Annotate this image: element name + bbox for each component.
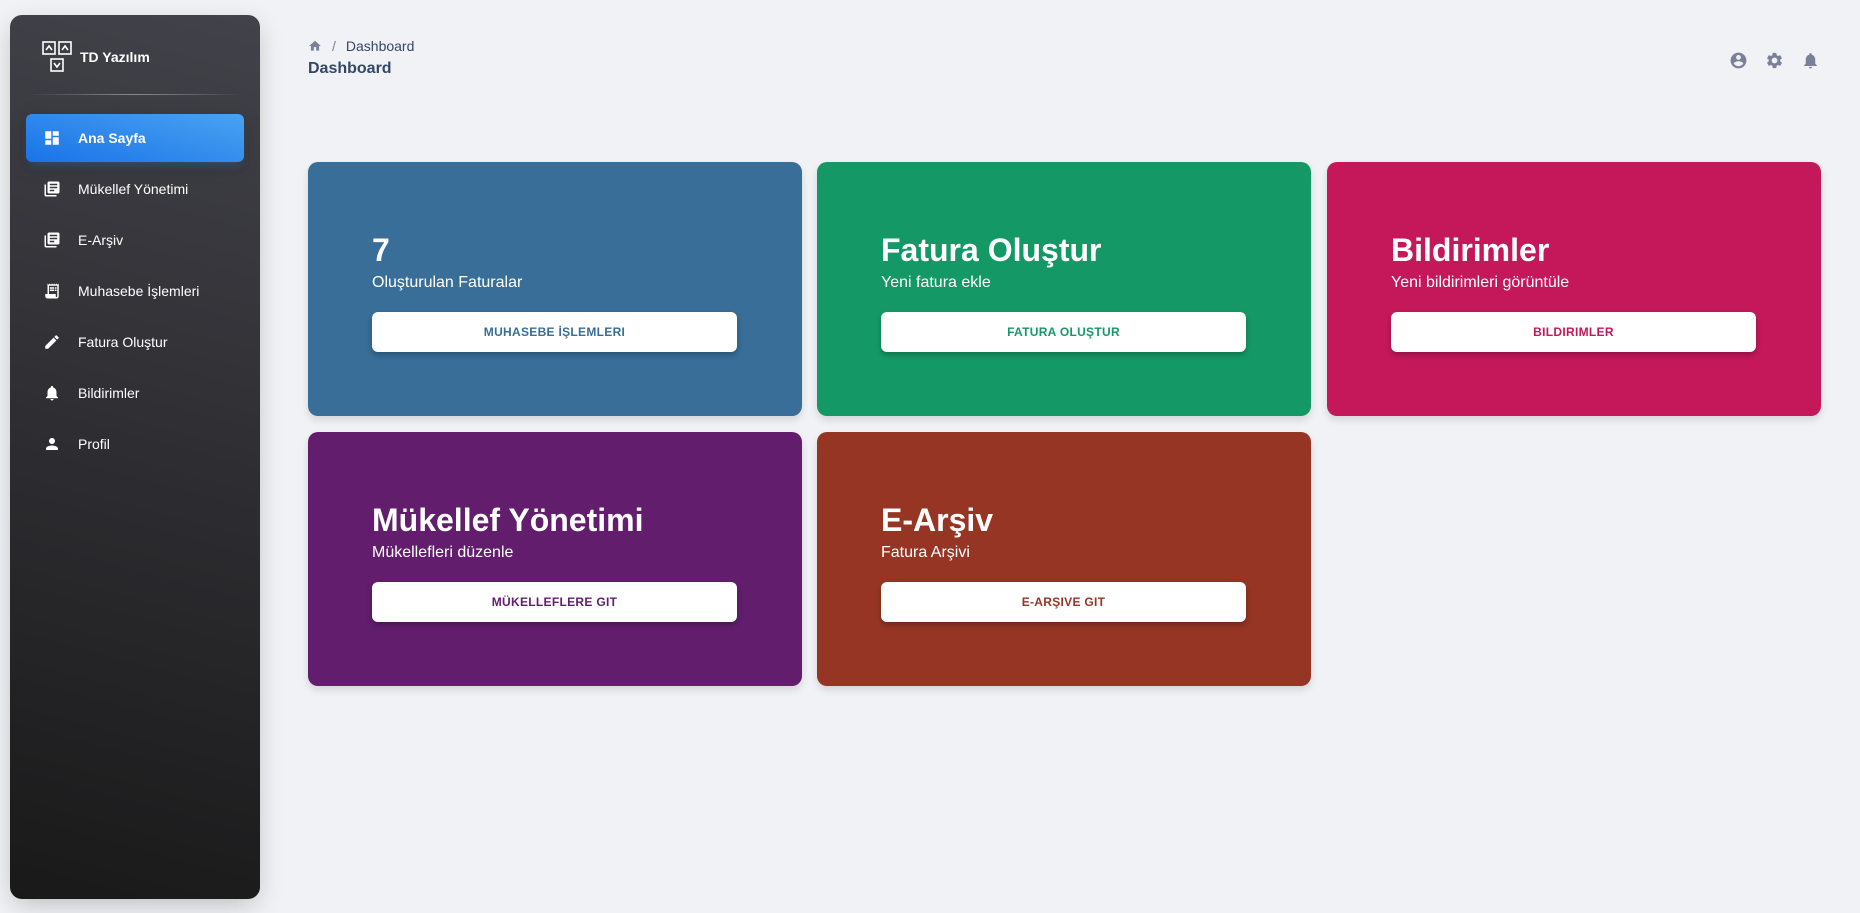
pencil-icon [42, 332, 62, 352]
documents-icon [42, 230, 62, 250]
documents-icon [42, 179, 62, 199]
breadcrumb: / Dashboard [308, 38, 414, 54]
settings-icon[interactable] [1764, 50, 1784, 70]
card-subtitle: Mükellefleri düzenle [372, 544, 514, 561]
sidebar-nav: Ana Sayfa Mükellef Yönetimi E-Arşiv Muha… [26, 114, 244, 471]
mukellef-yonetimi-card: Mükellef Yönetimi Mükellefleri düzenle M… [308, 432, 802, 686]
bell-icon [42, 383, 62, 403]
receipt-icon [42, 281, 62, 301]
breadcrumb-separator: / [332, 38, 336, 54]
card-title: 7 [372, 232, 390, 268]
card-title: Fatura Oluştur [881, 232, 1102, 268]
e-arsive-git-button[interactable]: E-ARŞIVE GIT [881, 582, 1246, 622]
sidebar-item-label: Profil [78, 436, 110, 452]
header-actions [1728, 50, 1820, 70]
account-circle-icon[interactable] [1728, 50, 1748, 70]
sidebar-item-profil[interactable]: Profil [26, 420, 244, 468]
fatura-olustur-button[interactable]: FATURA OLUŞTUR [881, 312, 1246, 352]
brand[interactable]: TD Yazılım [42, 40, 150, 74]
bildirimler-button[interactable]: BILDIRIMLER [1391, 312, 1756, 352]
sidebar-item-label: Ana Sayfa [78, 130, 146, 146]
page-header: / Dashboard Dashboard [308, 38, 414, 78]
sidebar-item-bildirimler[interactable]: Bildirimler [26, 369, 244, 417]
notifications-icon[interactable] [1800, 50, 1820, 70]
sidebar-item-label: Bildirimler [78, 385, 140, 401]
card-subtitle: Yeni bildirimleri görüntüle [1391, 274, 1570, 291]
muhasebe-islemleri-button[interactable]: MUHASEBE İŞLEMLERI [372, 312, 737, 352]
sidebar: TD Yazılım Ana Sayfa Mükellef Yönetimi E… [10, 15, 260, 899]
sidebar-item-ana-sayfa[interactable]: Ana Sayfa [26, 114, 244, 162]
brand-logo-icon [42, 41, 72, 72]
sidebar-item-label: Mükellef Yönetimi [78, 181, 189, 197]
invoices-card: 7 Oluşturulan Faturalar MUHASEBE İŞLEMLE… [308, 162, 802, 416]
sidebar-item-fatura-olustur[interactable]: Fatura Oluştur [26, 318, 244, 366]
sidebar-divider [26, 94, 244, 95]
card-title: E-Arşiv [881, 502, 994, 538]
card-subtitle: Fatura Arşivi [881, 544, 970, 561]
fatura-olustur-card: Fatura Oluştur Yeni fatura ekle FATURA O… [817, 162, 1311, 416]
dashboard-icon [42, 128, 62, 148]
mukelleflere-git-button[interactable]: MÜKELLEFLERE GIT [372, 582, 737, 622]
sidebar-item-label: Fatura Oluştur [78, 334, 168, 350]
card-subtitle: Yeni fatura ekle [881, 274, 991, 291]
bildirimler-card: Bildirimler Yeni bildirimleri görüntüle … [1327, 162, 1821, 416]
sidebar-item-muhasebe-islemleri[interactable]: Muhasebe İşlemleri [26, 267, 244, 315]
page-title: Dashboard [308, 60, 392, 77]
card-title: Mükellef Yönetimi [372, 502, 644, 538]
card-title: Bildirimler [1391, 232, 1550, 268]
e-arsiv-card: E-Arşiv Fatura Arşivi E-ARŞIVE GIT [817, 432, 1311, 686]
sidebar-item-e-arsiv[interactable]: E-Arşiv [26, 216, 244, 264]
card-subtitle: Oluşturulan Faturalar [372, 274, 523, 291]
sidebar-item-label: Muhasebe İşlemleri [78, 283, 200, 299]
sidebar-item-label: E-Arşiv [78, 232, 124, 248]
breadcrumb-current: Dashboard [345, 38, 415, 54]
brand-name: TD Yazılım [80, 49, 150, 65]
sidebar-item-mukellef-yonetimi[interactable]: Mükellef Yönetimi [26, 165, 244, 213]
person-icon [42, 434, 62, 454]
home-icon[interactable] [308, 39, 322, 53]
